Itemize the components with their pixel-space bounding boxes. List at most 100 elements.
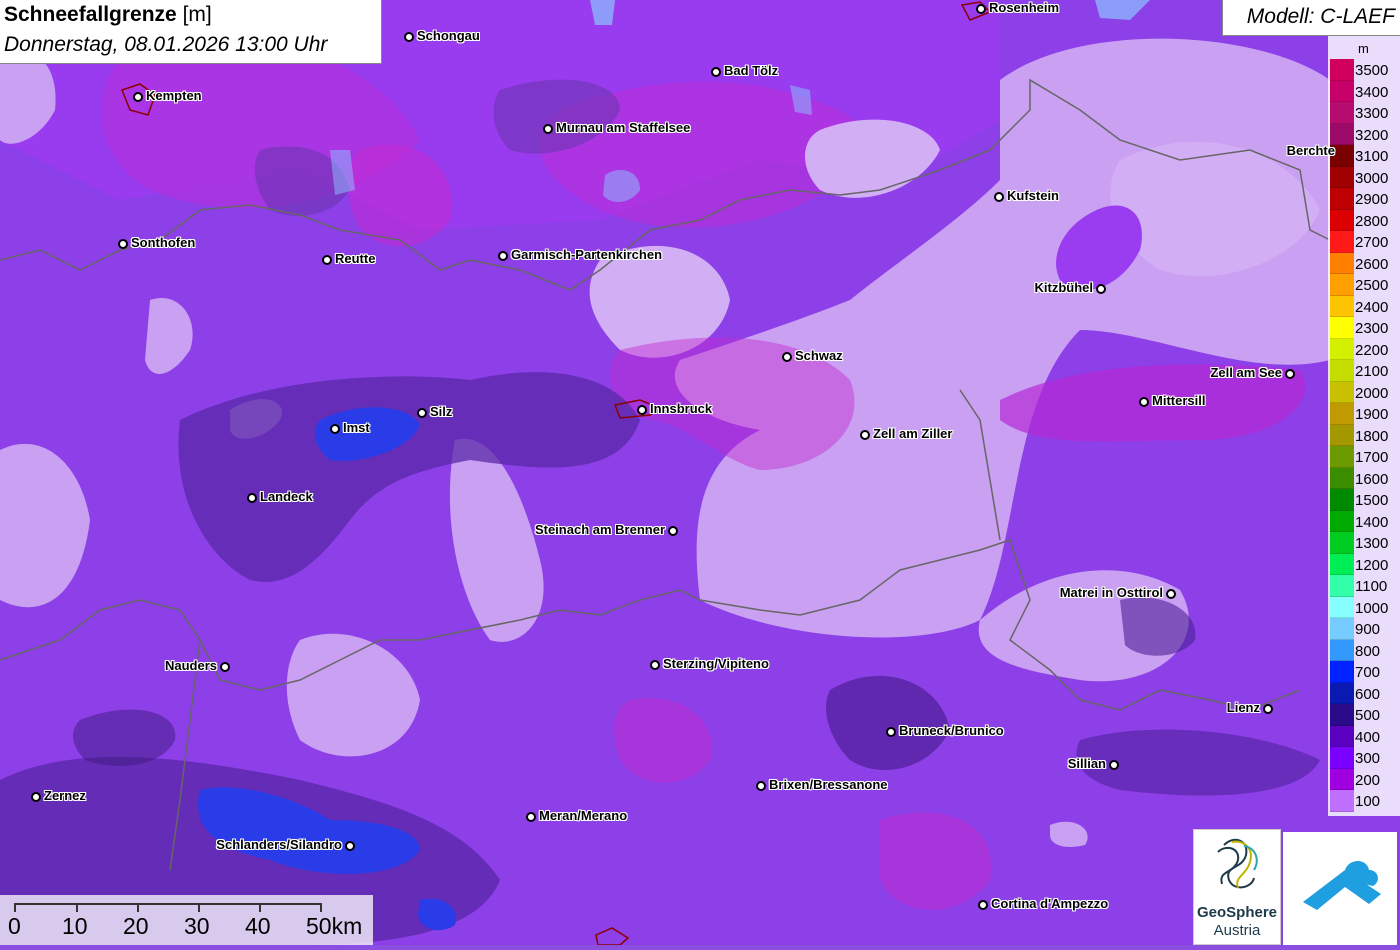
snowline-map[interactable]: [0, 0, 1400, 945]
legend-value: 1700: [1355, 449, 1389, 466]
map-title: Schneefallgrenze [m]: [4, 3, 212, 26]
city-label: Rosenheim: [989, 0, 1060, 15]
legend-value: 1500: [1355, 492, 1389, 509]
legend-value: 2900: [1355, 191, 1389, 208]
city-marker: [498, 251, 508, 261]
legend-entry: 1100: [1330, 575, 1400, 597]
legend-value: 3500: [1355, 62, 1389, 79]
legend-entry: 700: [1330, 661, 1400, 683]
city-marker: [994, 192, 1004, 202]
city-label: Imst: [343, 420, 370, 435]
city-marker: [782, 352, 792, 362]
city-label: Cortina d'Ampezzo: [991, 896, 1109, 911]
scale-bar: 0 10 20 30 40 50km: [0, 895, 373, 945]
scale-tick: [320, 903, 322, 912]
legend-swatch: [1330, 790, 1354, 812]
legend-entry: 1900: [1330, 403, 1400, 425]
scale-label: 50km: [306, 913, 363, 939]
city-label: Garmisch-Partenkirchen: [511, 247, 663, 262]
legend-entry: 1500: [1330, 489, 1400, 511]
model-panel: Modell: C-LAEF: [1222, 0, 1400, 36]
city-label: Meran/Merano: [539, 808, 628, 823]
legend-entry: 2900: [1330, 188, 1400, 210]
scale-label: 30: [184, 913, 210, 939]
city-marker: [322, 255, 332, 265]
city-label: Zell am See: [1210, 365, 1282, 380]
legend-swatch: [1330, 274, 1354, 296]
city-marker: [1109, 760, 1119, 770]
legend-swatch: [1330, 532, 1354, 554]
legend-entry: 2100: [1330, 360, 1400, 382]
city-marker: [650, 660, 660, 670]
legend-entry: 100: [1330, 790, 1400, 812]
legend-entry: 3200: [1330, 123, 1400, 145]
scale-tick: [198, 903, 200, 912]
city-marker: [668, 526, 678, 536]
city-marker: [711, 67, 721, 77]
legend-entry: 1800: [1330, 424, 1400, 446]
legend-value: 2700: [1355, 234, 1389, 251]
city-label: Matrei in Osttirol: [1059, 585, 1163, 600]
legend-entry: 3500: [1330, 59, 1400, 81]
city-marker: [1285, 369, 1295, 379]
legend-value: 2400: [1355, 298, 1389, 316]
legend-value: 1600: [1355, 470, 1389, 488]
geosphere-logo[interactable]: GeoSphere Austria: [1193, 829, 1281, 945]
legend-entry: 2700: [1330, 231, 1400, 253]
legend-swatch: [1330, 661, 1354, 683]
city-label: Kempten: [146, 88, 202, 103]
legend-value: 3300: [1355, 105, 1389, 122]
legend-entry: 3100: [1330, 145, 1400, 167]
city-label: Zell am Ziller: [873, 426, 953, 441]
scale-line: [14, 903, 321, 905]
city-label: Landeck: [260, 489, 313, 504]
legend-swatch: [1330, 188, 1354, 210]
legend-swatch: [1330, 59, 1354, 81]
legend-value: 2500: [1355, 277, 1389, 294]
legend-value: 700: [1355, 664, 1381, 681]
legend-swatch: [1330, 747, 1354, 769]
legend-swatch: [1330, 467, 1354, 489]
city-label: Schlanders/Silandro: [216, 837, 342, 852]
legend-swatch: [1330, 446, 1354, 468]
legend-swatch: [1330, 166, 1354, 188]
city-label: Brixen/Bressanone: [769, 777, 888, 792]
city-marker: [330, 424, 340, 434]
city-marker: [756, 781, 766, 791]
city-label: Sterzing/Vipiteno: [663, 656, 769, 671]
legend-swatch: [1330, 360, 1354, 382]
legend-swatch: [1330, 704, 1354, 726]
city-label: Bad Tölz: [724, 63, 779, 78]
legend-swatch: [1330, 231, 1354, 253]
city-label: Silz: [430, 404, 453, 419]
scale-tick: [14, 903, 16, 912]
city-label: Kufstein: [1007, 188, 1059, 203]
city-label: Lienz: [1226, 700, 1260, 715]
legend-entry: 2600: [1330, 252, 1400, 274]
city-marker: [637, 405, 647, 415]
legend-value: 2100: [1355, 363, 1389, 380]
city-label: Schongau: [417, 28, 480, 43]
legend-entry: 2300: [1330, 317, 1400, 339]
weather-app-logo[interactable]: [1283, 832, 1397, 945]
legend-swatch: [1330, 252, 1354, 274]
legend-entry: 2000: [1330, 381, 1400, 403]
city-label: Nauders: [164, 658, 217, 673]
legend-swatch: [1330, 639, 1354, 661]
legend-entry: 500: [1330, 704, 1400, 726]
legend-swatch: [1330, 381, 1354, 403]
city-marker: [345, 841, 355, 851]
legend-swatch: [1330, 725, 1354, 747]
legend-entry: 2800: [1330, 209, 1400, 231]
legend-value: 3000: [1355, 169, 1389, 187]
city-label: Mittersill: [1152, 393, 1206, 408]
city-marker: [220, 662, 230, 672]
legend-value: 2800: [1355, 212, 1389, 230]
legend-swatch: [1330, 618, 1354, 640]
legend-entry: 1200: [1330, 553, 1400, 575]
city-marker: [133, 92, 143, 102]
city-marker: [976, 4, 986, 14]
city-marker: [886, 727, 896, 737]
legend-entry: 2500: [1330, 274, 1400, 296]
legend-value: 100: [1355, 793, 1381, 810]
